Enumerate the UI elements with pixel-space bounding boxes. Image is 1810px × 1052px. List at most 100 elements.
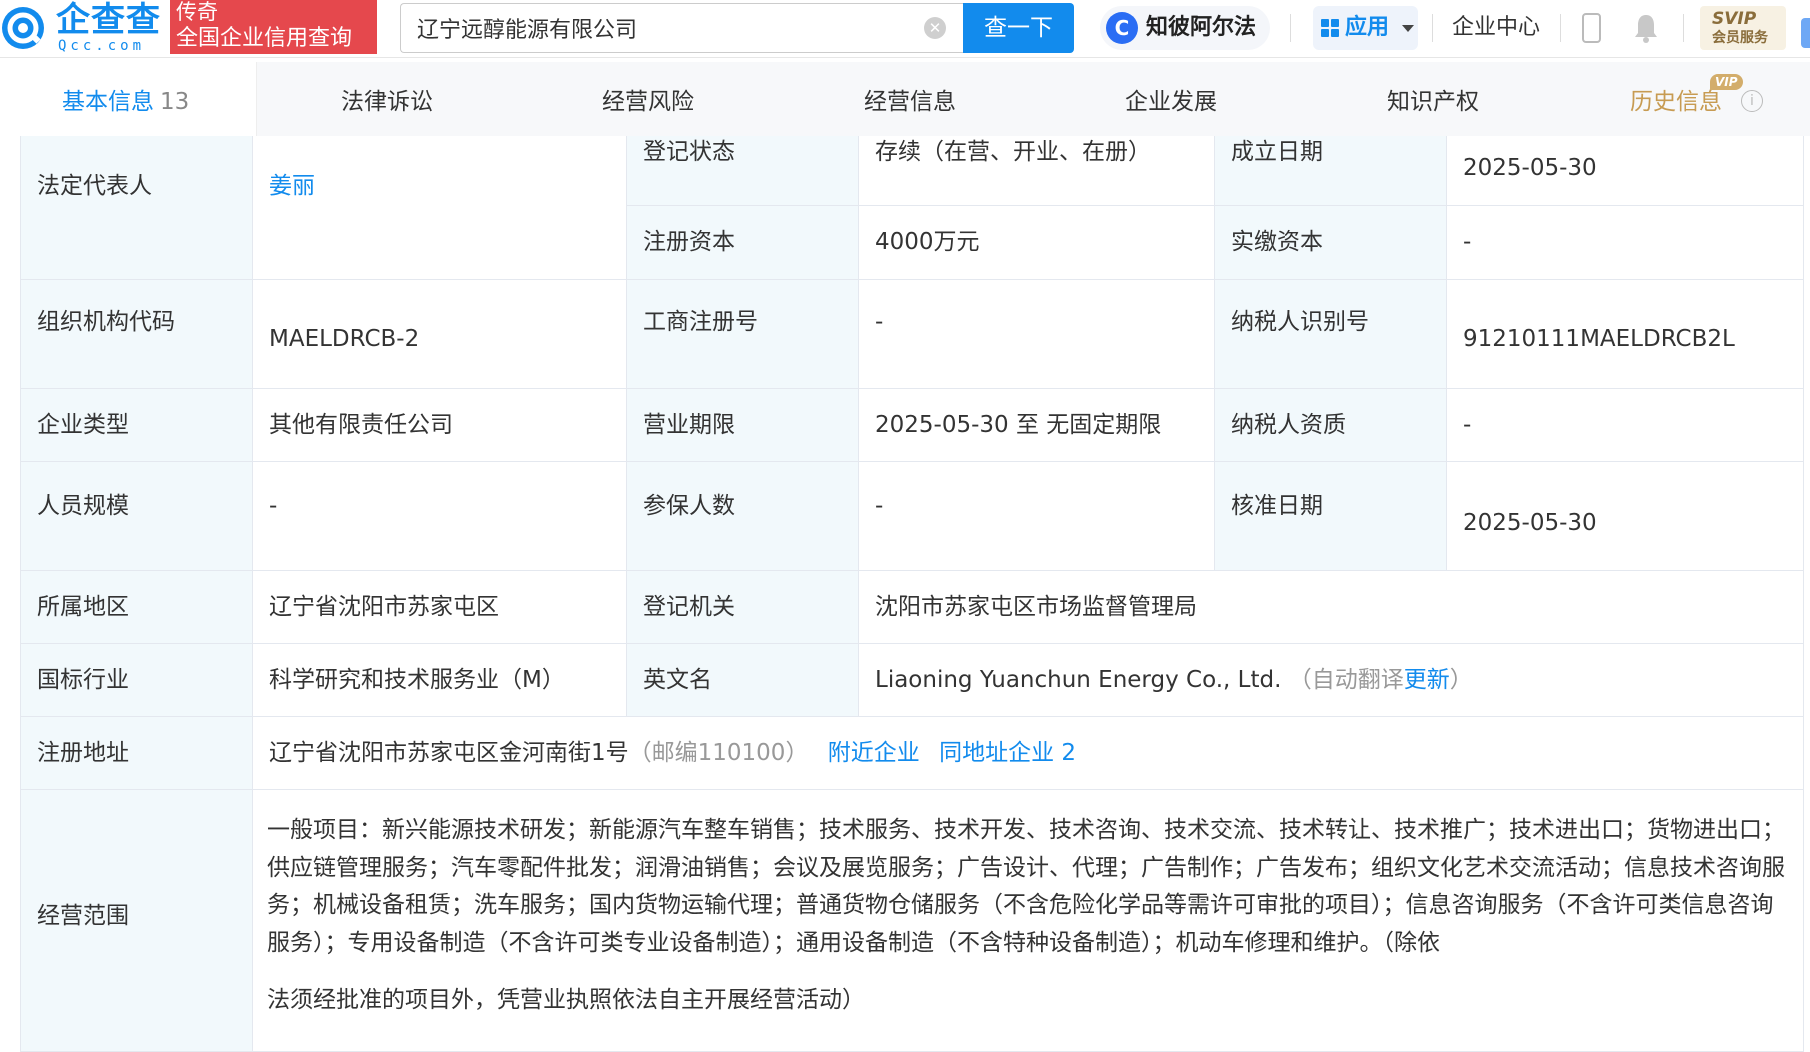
reg-status-value-cell: 存续（在营、开业、在册） [859, 136, 1215, 206]
alpha-logo-icon: C [1106, 12, 1138, 44]
info-icon[interactable]: i [1741, 90, 1763, 112]
org-code-value: MAELDRCB-2 [269, 326, 420, 352]
reg-status-value: 存续（在营、开业、在册） [875, 139, 1151, 165]
company-type-value-cell: 其他有限责任公司 [253, 389, 627, 462]
tab-count-badge: 13 [160, 89, 190, 115]
apps-label: 应用 [1345, 15, 1390, 40]
tab-history-info[interactable]: 历史信息 [1630, 62, 1722, 136]
scope-value-tail: 法须经批准的项目外，凭营业执照依法自主开展经营活动） [267, 987, 865, 1013]
promo-banner[interactable]: 传奇 全国企业信用查询 [170, 0, 377, 54]
staff-size-label-cell: 人员规模 [21, 462, 253, 571]
taxpayer-id-value-cell: 91210111MAELDRCB2L [1447, 280, 1804, 389]
taxpayer-qual-value-cell: - [1447, 389, 1804, 462]
clear-search-icon[interactable]: ✕ [924, 17, 946, 39]
scope-label-cell: 经营范围 [21, 790, 253, 1052]
reg-capital-value: 4000万元 [875, 229, 980, 255]
industry-value-cell: 科学研究和技术服务业（M） [253, 644, 627, 717]
region-label-cell: 所属地区 [21, 571, 253, 644]
legal-rep-label: 法定代表人 [37, 173, 152, 199]
reg-authority-label: 登记机关 [643, 594, 735, 620]
paid-capital-value-cell: - [1447, 206, 1804, 280]
reg-authority-value-cell: 沈阳市苏家屯区市场监督管理局 [859, 571, 1804, 644]
header-divider [1683, 14, 1684, 42]
alpha-label: 知彼阿尔法 [1146, 15, 1257, 40]
logo-subtext: Qcc.com [58, 38, 146, 54]
biz-term-label: 营业期限 [643, 412, 735, 438]
svip-button[interactable]: SVIP 会员服务 [1700, 6, 1786, 50]
reg-capital-label: 注册资本 [643, 229, 735, 255]
tab-basic-info[interactable]: 基本信息 13 [62, 62, 190, 136]
tab-label: 基本信息 [62, 89, 154, 115]
tab-legal-litigation[interactable]: 法律诉讼 [341, 62, 433, 136]
biz-term-value-cell: 2025-05-30 至 无固定期限 [859, 389, 1215, 462]
paid-capital-label: 实缴资本 [1231, 229, 1323, 255]
company-type-label-cell: 企业类型 [21, 389, 253, 462]
same-address-companies-link[interactable]: 同地址企业 2 [939, 740, 1076, 766]
english-name-line: Liaoning Yuanchun Energy Co., Ltd. （自动翻译… [875, 664, 1473, 696]
alpha-button[interactable]: C 知彼阿尔法 [1100, 6, 1270, 50]
search-input[interactable] [400, 3, 963, 53]
bell-icon[interactable] [1632, 12, 1660, 44]
auto-translate-note-close: ） [1449, 667, 1473, 693]
est-date-value: 2025-05-30 [1463, 155, 1597, 181]
insured-label-cell: 参保人数 [627, 462, 859, 571]
legal-rep-value-cell: 姜丽 [253, 136, 627, 280]
tab-development[interactable]: 企业发展 [1125, 62, 1217, 136]
biz-term-label-cell: 营业期限 [627, 389, 859, 462]
search-button[interactable]: 查一下 [963, 3, 1074, 53]
side-widget-tab[interactable] [1801, 18, 1810, 48]
reg-status-label-cell: 登记状态 [627, 136, 859, 206]
scope-value: 一般项目：新兴能源技术研发；新能源汽车整车销售；技术服务、技术开发、技术咨询、技… [267, 817, 1785, 956]
paid-capital-label-cell: 实缴资本 [1215, 206, 1447, 280]
approval-date-label-cell: 核准日期 [1215, 462, 1447, 571]
taxpayer-id-label-cell: 纳税人识别号 [1215, 280, 1447, 389]
tab-intellectual-property[interactable]: 知识产权 [1387, 62, 1479, 136]
qcc-logo-icon[interactable] [0, 4, 46, 52]
address-value: 辽宁省沈阳市苏家屯区金河南街1号 [269, 740, 629, 766]
region-value: 辽宁省沈阳市苏家屯区 [269, 594, 499, 620]
staff-size-label: 人员规模 [37, 493, 129, 519]
address-label-cell: 注册地址 [21, 717, 253, 790]
biz-reg-no-value-cell: - [859, 280, 1215, 389]
auto-translate-note: （自动翻译 [1288, 667, 1404, 693]
staff-size-value-cell: - [253, 462, 627, 571]
mobile-phone-icon[interactable] [1582, 13, 1601, 43]
header-divider [1560, 14, 1561, 42]
legal-rep-link[interactable]: 姜丽 [269, 170, 315, 202]
address-value-cell: 辽宁省沈阳市苏家屯区金河南街1号（邮编110100） 附近企业 同地址企业 2 [253, 717, 1804, 790]
company-type-label: 企业类型 [37, 412, 129, 438]
paid-capital-value: - [1463, 229, 1472, 255]
english-name-value: Liaoning Yuanchun Energy Co., Ltd. [875, 667, 1282, 693]
logo-text[interactable]: 企查查 [56, 0, 161, 40]
taxpayer-qual-label: 纳税人资质 [1231, 412, 1346, 438]
est-date-label-cell: 成立日期 [1215, 136, 1447, 206]
taxpayer-qual-value: - [1463, 412, 1472, 438]
legal-rep-label-cell: 法定代表人 [21, 136, 253, 280]
promo-bottom-text: 全国企业信用查询 [176, 26, 353, 51]
tab-business-info[interactable]: 经营信息 [864, 62, 956, 136]
region-label: 所属地区 [37, 594, 129, 620]
insured-label: 参保人数 [643, 493, 735, 519]
nearby-companies-link[interactable]: 附近企业 [828, 740, 920, 766]
apps-grid-icon [1321, 19, 1339, 37]
enterprise-center-link[interactable]: 企业中心 [1452, 0, 1540, 56]
tab-business-risk[interactable]: 经营风险 [602, 62, 694, 136]
reg-capital-value-cell: 4000万元 [859, 206, 1215, 280]
translate-update-link[interactable]: 更新 [1404, 667, 1450, 693]
tab-bar: 基本信息 13 法律诉讼 经营风险 经营信息 企业发展 知识产权 历史信息 VIP… [0, 62, 1810, 136]
apps-menu-button[interactable]: 应用 [1313, 6, 1418, 50]
taxpayer-qual-label-cell: 纳税人资质 [1215, 389, 1447, 462]
address-line: 辽宁省沈阳市苏家屯区金河南街1号（邮编110100） 附近企业 同地址企业 2 [269, 737, 1076, 769]
approval-date-value-cell: 2025-05-30 [1447, 462, 1804, 571]
org-code-label-cell: 组织机构代码 [21, 280, 253, 389]
vip-badge: VIP [1710, 74, 1743, 90]
reg-capital-label-cell: 注册资本 [627, 206, 859, 280]
insured-value: - [875, 493, 884, 519]
org-code-label: 组织机构代码 [37, 309, 175, 335]
org-code-value-cell: MAELDRCB-2 [253, 280, 627, 389]
top-header: 企查查 Qcc.com 传奇 全国企业信用查询 ✕ 查一下 C 知彼阿尔法 应用… [0, 0, 1810, 58]
svip-member-label: 会员服务 [1712, 30, 1768, 46]
region-value-cell: 辽宁省沈阳市苏家屯区 [253, 571, 627, 644]
taxpayer-id-label: 纳税人识别号 [1231, 309, 1369, 335]
biz-reg-no-value: - [875, 309, 884, 335]
